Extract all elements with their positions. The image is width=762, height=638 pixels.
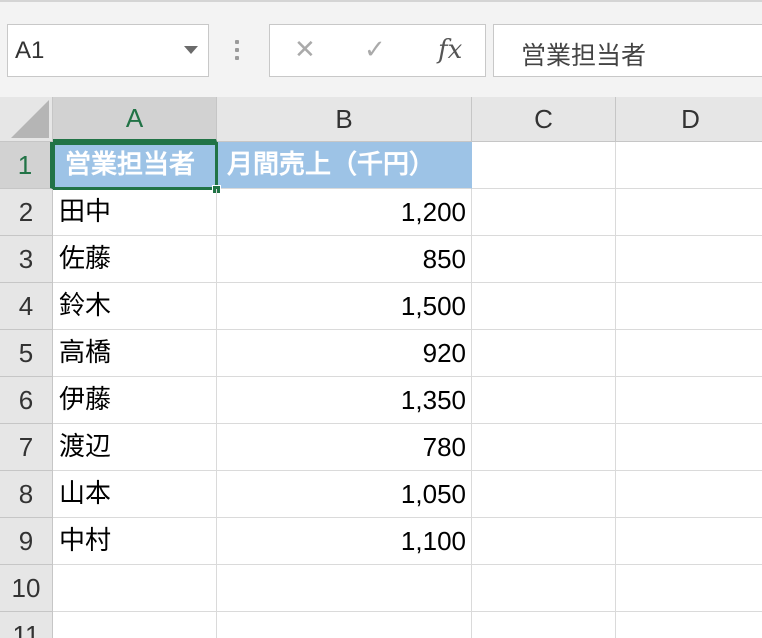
cell-d5[interactable]: [616, 330, 762, 377]
cell-d8[interactable]: [616, 471, 762, 518]
check-icon[interactable]: ✓: [364, 35, 386, 65]
cell-c4[interactable]: [472, 283, 616, 330]
cell-d3[interactable]: [616, 236, 762, 283]
formula-input[interactable]: 営業担当者: [493, 24, 762, 77]
cell-b6[interactable]: 1,350: [217, 377, 472, 424]
cell-d9[interactable]: [616, 518, 762, 565]
cell-d1[interactable]: [616, 142, 762, 189]
row-header-10[interactable]: 10: [0, 565, 53, 612]
cell-b11[interactable]: [217, 612, 472, 638]
cell-c7[interactable]: [472, 424, 616, 471]
cell-b3[interactable]: 850: [217, 236, 472, 283]
formula-bar: A1 ✕ ✓ fx 営業担当者: [0, 0, 762, 97]
cell-c2[interactable]: [472, 189, 616, 236]
name-box-value: A1: [15, 37, 45, 64]
row-header-8[interactable]: 8: [0, 471, 53, 518]
cell-b5[interactable]: 920: [217, 330, 472, 377]
drag-handle-icon[interactable]: [234, 40, 240, 64]
column-header-c[interactable]: C: [472, 97, 616, 142]
cell-d4[interactable]: [616, 283, 762, 330]
close-icon[interactable]: ✕: [294, 35, 316, 65]
cell-a1[interactable]: 営業担当者: [53, 142, 217, 189]
cell-c8[interactable]: [472, 471, 616, 518]
row-header-7[interactable]: 7: [0, 424, 53, 471]
cell-a2[interactable]: 田中: [53, 189, 217, 236]
row-header-11[interactable]: 11: [0, 612, 53, 638]
cell-c10[interactable]: [472, 565, 616, 612]
cell-d2[interactable]: [616, 189, 762, 236]
cell-a10[interactable]: [53, 565, 217, 612]
cell-a8[interactable]: 山本: [53, 471, 217, 518]
row-header-2[interactable]: 2: [0, 189, 53, 236]
cell-b9[interactable]: 1,100: [217, 518, 472, 565]
cell-c6[interactable]: [472, 377, 616, 424]
cell-d10[interactable]: [616, 565, 762, 612]
formula-value: 営業担当者: [521, 41, 647, 70]
cell-b1[interactable]: 月間売上（千円）: [217, 142, 472, 189]
cell-c9[interactable]: [472, 518, 616, 565]
name-box[interactable]: A1: [7, 24, 209, 77]
cell-c1[interactable]: [472, 142, 616, 189]
row-header-6[interactable]: 6: [0, 377, 53, 424]
cell-b7[interactable]: 780: [217, 424, 472, 471]
column-header-a[interactable]: A: [53, 97, 217, 142]
cell-a3[interactable]: 佐藤: [53, 236, 217, 283]
cell-b2[interactable]: 1,200: [217, 189, 472, 236]
cell-a5[interactable]: 高橋: [53, 330, 217, 377]
row-header-5[interactable]: 5: [0, 330, 53, 377]
column-header-d[interactable]: D: [616, 97, 762, 142]
select-all-button[interactable]: [0, 97, 53, 142]
cell-c3[interactable]: [472, 236, 616, 283]
cell-a9[interactable]: 中村: [53, 518, 217, 565]
cell-a6[interactable]: 伊藤: [53, 377, 217, 424]
cell-b4[interactable]: 1,500: [217, 283, 472, 330]
column-header-b[interactable]: B: [217, 97, 472, 142]
cell-b8[interactable]: 1,050: [217, 471, 472, 518]
cell-a11[interactable]: [53, 612, 217, 638]
function-icon[interactable]: fx: [438, 35, 462, 65]
row-header-9[interactable]: 9: [0, 518, 53, 565]
cell-d6[interactable]: [616, 377, 762, 424]
cell-c5[interactable]: [472, 330, 616, 377]
chevron-down-icon[interactable]: [184, 46, 198, 54]
row-header-4[interactable]: 4: [0, 283, 53, 330]
cell-d7[interactable]: [616, 424, 762, 471]
row-header-3[interactable]: 3: [0, 236, 53, 283]
row-header-1[interactable]: 1: [0, 142, 53, 189]
cell-c11[interactable]: [472, 612, 616, 638]
cell-a7[interactable]: 渡辺: [53, 424, 217, 471]
cell-a4[interactable]: 鈴木: [53, 283, 217, 330]
cell-d11[interactable]: [616, 612, 762, 638]
spreadsheet-grid: A B C D 1 営業担当者 月間売上（千円） 2 田中 1,200 3 佐藤 850 4…: [0, 97, 762, 638]
select-all-icon: [11, 100, 49, 138]
formula-buttons: ✕ ✓ fx: [269, 24, 486, 77]
cell-b10[interactable]: [217, 565, 472, 612]
